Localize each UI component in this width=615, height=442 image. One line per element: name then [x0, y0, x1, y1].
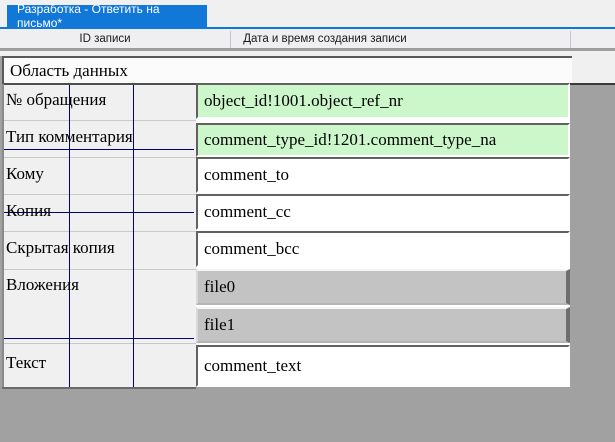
row-separator [4, 120, 196, 121]
field-attachment-file0[interactable]: file0 [196, 269, 570, 305]
grid-line-horizontal [4, 149, 194, 150]
column-header-created-datetime[interactable]: Дата и время создания записи [235, 33, 415, 45]
field-comment-text[interactable]: comment_text [196, 345, 570, 387]
canvas-top-border [570, 83, 615, 85]
gap-right [572, 51, 615, 83]
form-bottom-border [2, 387, 196, 389]
label-text[interactable]: Текст [6, 353, 192, 375]
field-comment-to[interactable]: comment_to [196, 157, 570, 193]
tab-development-reply-letter[interactable]: Разработка - Ответить на письмо* [7, 5, 207, 27]
label-bcc[interactable]: Скрытая копия [6, 238, 192, 260]
field-comment-cc[interactable]: comment_cc [196, 194, 570, 230]
row-separator [4, 194, 196, 195]
label-to[interactable]: Кому [6, 164, 192, 186]
row-separator [4, 343, 196, 344]
field-object-ref-nr[interactable]: object_id!1001.object_ref_nr [196, 83, 570, 119]
field-attachment-file1[interactable]: file1 [196, 307, 570, 343]
field-comment-bcc[interactable]: comment_bcc [196, 231, 570, 267]
column-header-record-id[interactable]: ID записи [30, 33, 180, 45]
section-band-data-area[interactable]: Область данных [2, 56, 572, 84]
label-attachments[interactable]: Вложения [6, 275, 192, 297]
row-separator [4, 231, 196, 232]
designer-stage: Разработка - Ответить на письмо* ID запи… [0, 0, 615, 442]
label-comment-type[interactable]: Тип комментария [6, 127, 192, 149]
row-separator [4, 157, 196, 158]
grid-line-horizontal [4, 338, 194, 339]
form-top-border [4, 83, 196, 85]
row-separator [4, 269, 196, 270]
column-divider [230, 31, 231, 48]
section-title: Область данных [10, 61, 128, 81]
label-cc[interactable]: Копия [6, 201, 192, 223]
label-request-number[interactable]: № обращения [6, 90, 192, 112]
tab-title: Разработка - Ответить на письмо* [17, 2, 207, 30]
field-comment-type-name[interactable]: comment_type_id!1201.comment_type_na [196, 123, 570, 157]
column-divider [570, 31, 571, 48]
